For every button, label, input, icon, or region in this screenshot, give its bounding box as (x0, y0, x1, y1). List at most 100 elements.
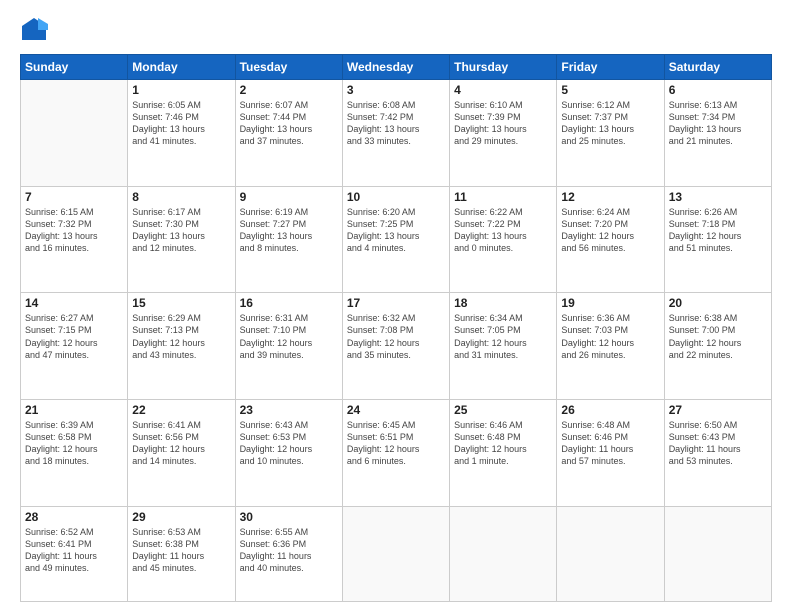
day-info: Sunrise: 6:27 AM Sunset: 7:15 PM Dayligh… (25, 312, 123, 361)
day-info: Sunrise: 6:24 AM Sunset: 7:20 PM Dayligh… (561, 206, 659, 255)
day-info: Sunrise: 6:53 AM Sunset: 6:38 PM Dayligh… (132, 526, 230, 575)
calendar-cell (21, 80, 128, 187)
day-number: 26 (561, 403, 659, 417)
day-number: 13 (669, 190, 767, 204)
day-number: 9 (240, 190, 338, 204)
day-info: Sunrise: 6:32 AM Sunset: 7:08 PM Dayligh… (347, 312, 445, 361)
calendar-cell: 5 Sunrise: 6:12 AM Sunset: 7:37 PM Daylig… (557, 80, 664, 187)
day-info: Sunrise: 6:52 AM Sunset: 6:41 PM Dayligh… (25, 526, 123, 575)
calendar-cell: 2 Sunrise: 6:07 AM Sunset: 7:44 PM Daylig… (235, 80, 342, 187)
calendar-cell: 19 Sunrise: 6:36 AM Sunset: 7:03 PM Dayli… (557, 293, 664, 400)
day-number: 6 (669, 83, 767, 97)
day-info: Sunrise: 6:29 AM Sunset: 7:13 PM Dayligh… (132, 312, 230, 361)
day-of-week-header: Tuesday (235, 55, 342, 80)
calendar-cell: 11 Sunrise: 6:22 AM Sunset: 7:22 PM Dayli… (450, 186, 557, 293)
day-number: 25 (454, 403, 552, 417)
calendar-cell: 10Sunrise: 6:20 AM Sunset: 7:25 PM Dayli… (342, 186, 449, 293)
calendar-cell: 14Sunrise: 6:27 AM Sunset: 7:15 PM Dayli… (21, 293, 128, 400)
day-info: Sunrise: 6:41 AM Sunset: 6:56 PM Dayligh… (132, 419, 230, 468)
day-info: Sunrise: 6:38 AM Sunset: 7:00 PM Dayligh… (669, 312, 767, 361)
day-number: 5 (561, 83, 659, 97)
day-number: 24 (347, 403, 445, 417)
calendar-week-row: 28 Sunrise: 6:52 AM Sunset: 6:41 PM Dayli… (21, 506, 772, 601)
day-number: 20 (669, 296, 767, 310)
calendar-cell (664, 506, 771, 601)
header (20, 16, 772, 44)
calendar-cell: 28 Sunrise: 6:52 AM Sunset: 6:41 PM Dayli… (21, 506, 128, 601)
calendar-cell (342, 506, 449, 601)
day-info: Sunrise: 6:36 AM Sunset: 7:03 PM Dayligh… (561, 312, 659, 361)
calendar-cell: 8 Sunrise: 6:17 AM Sunset: 7:30 PM Daylig… (128, 186, 235, 293)
day-info: Sunrise: 6:34 AM Sunset: 7:05 PM Dayligh… (454, 312, 552, 361)
calendar-body: 1 Sunrise: 6:05 AM Sunset: 7:46 PM Daylig… (21, 80, 772, 602)
calendar-cell: 7 Sunrise: 6:15 AM Sunset: 7:32 PM Daylig… (21, 186, 128, 293)
day-info: Sunrise: 6:15 AM Sunset: 7:32 PM Dayligh… (25, 206, 123, 255)
day-number: 7 (25, 190, 123, 204)
day-info: Sunrise: 6:12 AM Sunset: 7:37 PM Dayligh… (561, 99, 659, 148)
day-number: 2 (240, 83, 338, 97)
day-info: Sunrise: 6:39 AM Sunset: 6:58 PM Dayligh… (25, 419, 123, 468)
day-number: 27 (669, 403, 767, 417)
calendar-cell: 26 Sunrise: 6:48 AM Sunset: 6:46 PM Dayli… (557, 399, 664, 506)
day-info: Sunrise: 6:13 AM Sunset: 7:34 PM Dayligh… (669, 99, 767, 148)
day-number: 17 (347, 296, 445, 310)
calendar-cell: 23Sunrise: 6:43 AM Sunset: 6:53 PM Dayli… (235, 399, 342, 506)
calendar-week-row: 21 Sunrise: 6:39 AM Sunset: 6:58 PM Dayli… (21, 399, 772, 506)
calendar-cell: 20 Sunrise: 6:38 AM Sunset: 7:00 PM Dayli… (664, 293, 771, 400)
day-info: Sunrise: 6:31 AM Sunset: 7:10 PM Dayligh… (240, 312, 338, 361)
calendar-cell (450, 506, 557, 601)
day-number: 23 (240, 403, 338, 417)
day-of-week-header: Monday (128, 55, 235, 80)
day-number: 12 (561, 190, 659, 204)
day-number: 8 (132, 190, 230, 204)
header-row: SundayMondayTuesdayWednesdayThursdayFrid… (21, 55, 772, 80)
day-of-week-header: Sunday (21, 55, 128, 80)
calendar-cell: 15 Sunrise: 6:29 AM Sunset: 7:13 PM Dayli… (128, 293, 235, 400)
day-number: 29 (132, 510, 230, 524)
day-info: Sunrise: 6:50 AM Sunset: 6:43 PM Dayligh… (669, 419, 767, 468)
day-number: 30 (240, 510, 338, 524)
calendar-cell: 21 Sunrise: 6:39 AM Sunset: 6:58 PM Dayli… (21, 399, 128, 506)
calendar-table: SundayMondayTuesdayWednesdayThursdayFrid… (20, 54, 772, 602)
logo-icon (20, 16, 48, 44)
day-info: Sunrise: 6:19 AM Sunset: 7:27 PM Dayligh… (240, 206, 338, 255)
day-info: Sunrise: 6:45 AM Sunset: 6:51 PM Dayligh… (347, 419, 445, 468)
day-of-week-header: Wednesday (342, 55, 449, 80)
calendar-cell: 3 Sunrise: 6:08 AM Sunset: 7:42 PM Daylig… (342, 80, 449, 187)
logo (20, 16, 52, 44)
calendar-cell: 9 Sunrise: 6:19 AM Sunset: 7:27 PM Daylig… (235, 186, 342, 293)
day-number: 1 (132, 83, 230, 97)
day-info: Sunrise: 6:22 AM Sunset: 7:22 PM Dayligh… (454, 206, 552, 255)
day-number: 4 (454, 83, 552, 97)
calendar-cell: 16Sunrise: 6:31 AM Sunset: 7:10 PM Dayli… (235, 293, 342, 400)
day-info: Sunrise: 6:17 AM Sunset: 7:30 PM Dayligh… (132, 206, 230, 255)
calendar-cell: 30 Sunrise: 6:55 AM Sunset: 6:36 PM Dayli… (235, 506, 342, 601)
day-number: 3 (347, 83, 445, 97)
day-info: Sunrise: 6:07 AM Sunset: 7:44 PM Dayligh… (240, 99, 338, 148)
calendar-cell: 18 Sunrise: 6:34 AM Sunset: 7:05 PM Dayli… (450, 293, 557, 400)
day-of-week-header: Thursday (450, 55, 557, 80)
calendar-cell: 24 Sunrise: 6:45 AM Sunset: 6:51 PM Dayli… (342, 399, 449, 506)
day-info: Sunrise: 6:55 AM Sunset: 6:36 PM Dayligh… (240, 526, 338, 575)
page: SundayMondayTuesdayWednesdayThursdayFrid… (0, 0, 792, 612)
day-number: 28 (25, 510, 123, 524)
day-info: Sunrise: 6:08 AM Sunset: 7:42 PM Dayligh… (347, 99, 445, 148)
day-number: 18 (454, 296, 552, 310)
day-info: Sunrise: 6:46 AM Sunset: 6:48 PM Dayligh… (454, 419, 552, 468)
day-info: Sunrise: 6:48 AM Sunset: 6:46 PM Dayligh… (561, 419, 659, 468)
calendar-cell: 4Sunrise: 6:10 AM Sunset: 7:39 PM Daylig… (450, 80, 557, 187)
calendar-cell: 29 Sunrise: 6:53 AM Sunset: 6:38 PM Dayli… (128, 506, 235, 601)
day-number: 19 (561, 296, 659, 310)
calendar-week-row: 1 Sunrise: 6:05 AM Sunset: 7:46 PM Daylig… (21, 80, 772, 187)
calendar-cell: 6 Sunrise: 6:13 AM Sunset: 7:34 PM Daylig… (664, 80, 771, 187)
day-number: 15 (132, 296, 230, 310)
day-number: 21 (25, 403, 123, 417)
day-info: Sunrise: 6:20 AM Sunset: 7:25 PM Dayligh… (347, 206, 445, 255)
day-of-week-header: Friday (557, 55, 664, 80)
calendar-cell: 12 Sunrise: 6:24 AM Sunset: 7:20 PM Dayli… (557, 186, 664, 293)
day-number: 22 (132, 403, 230, 417)
calendar-cell: 1 Sunrise: 6:05 AM Sunset: 7:46 PM Daylig… (128, 80, 235, 187)
day-number: 11 (454, 190, 552, 204)
calendar-week-row: 7 Sunrise: 6:15 AM Sunset: 7:32 PM Daylig… (21, 186, 772, 293)
day-info: Sunrise: 6:05 AM Sunset: 7:46 PM Dayligh… (132, 99, 230, 148)
